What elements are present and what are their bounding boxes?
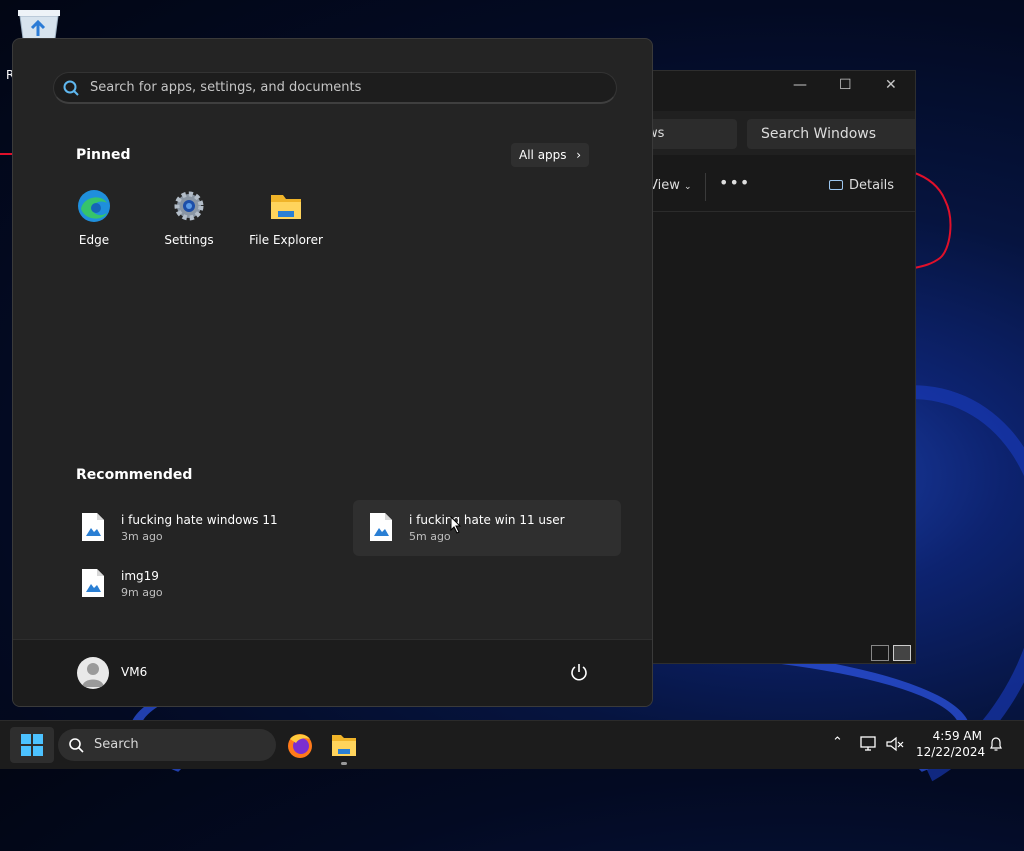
recommended-item[interactable]: i fucking hate win 11 user 5m ago xyxy=(353,500,621,556)
recommended-item-name: img19 xyxy=(121,569,159,583)
maximize-button[interactable]: ☐ xyxy=(839,77,852,93)
image-file-icon xyxy=(82,513,104,541)
pinned-app-edge[interactable]: Edge xyxy=(49,189,139,247)
chevron-right-icon: › xyxy=(576,148,581,162)
pinned-app-file-explorer[interactable]: File Explorer xyxy=(241,189,331,247)
details-pane-icon xyxy=(829,180,843,190)
more-options-button[interactable]: ••• xyxy=(719,173,750,192)
clock-time: 4:59 AM xyxy=(932,729,982,743)
view-menu-button[interactable]: View ⌄ xyxy=(649,178,692,193)
image-file-icon xyxy=(82,569,104,597)
network-icon[interactable] xyxy=(860,736,878,752)
all-apps-button[interactable]: All apps › xyxy=(511,143,589,167)
chevron-up-icon[interactable]: ⌃ xyxy=(832,735,843,750)
notification-bell-icon[interactable] xyxy=(988,736,1004,752)
firefox-icon[interactable] xyxy=(284,729,316,761)
volume-muted-icon[interactable] xyxy=(886,736,904,752)
view-mode-buttons xyxy=(871,645,911,661)
start-menu-footer: VM6 xyxy=(13,639,652,706)
taskbar-search-box[interactable]: Search xyxy=(58,729,276,761)
explorer-search-input[interactable]: Search Windows xyxy=(747,119,915,149)
recommended-item-name: i fucking hate windows 11 xyxy=(121,513,278,527)
close-button[interactable]: ✕ xyxy=(885,77,897,93)
taskbar-search-label: Search xyxy=(94,737,139,752)
windows-logo-icon xyxy=(21,734,43,756)
pinned-app-label: File Explorer xyxy=(249,233,323,247)
start-search-placeholder: Search for apps, settings, and documents xyxy=(90,80,362,95)
recommended-item-time: 5m ago xyxy=(409,530,451,543)
start-search-input[interactable]: Search for apps, settings, and documents xyxy=(53,72,617,104)
recommended-item-name: i fucking hate win 11 user xyxy=(409,513,565,527)
recommended-item-time: 9m ago xyxy=(121,586,163,599)
recommended-item-time: 3m ago xyxy=(121,530,163,543)
clock-date: 12/22/2024 xyxy=(916,745,986,759)
power-icon[interactable] xyxy=(569,662,589,682)
settings-gear-icon xyxy=(174,191,204,221)
folder-icon xyxy=(271,195,301,219)
recommended-heading: Recommended xyxy=(76,467,193,483)
search-icon xyxy=(69,738,84,753)
chevron-down-icon: ⌄ xyxy=(684,182,692,192)
pinned-app-label: Edge xyxy=(78,233,110,247)
edge-icon xyxy=(78,190,110,222)
running-app-indicator xyxy=(341,762,347,765)
user-avatar[interactable] xyxy=(77,657,109,689)
recommended-item[interactable]: i fucking hate windows 11 3m ago xyxy=(65,500,333,556)
start-menu: Search for apps, settings, and documents… xyxy=(12,38,653,707)
taskbar-clock[interactable]: 4:59 AM 12/22/2024 xyxy=(916,728,986,760)
mouse-cursor-icon xyxy=(450,516,462,534)
minimize-button[interactable]: — xyxy=(793,77,807,93)
command-separator xyxy=(705,173,706,201)
taskbar: Search ⌃ 4:59 AM 12/22/2024 xyxy=(0,720,1024,769)
image-file-icon xyxy=(370,513,392,541)
user-icon xyxy=(82,663,104,687)
pinned-app-settings[interactable]: Settings xyxy=(144,189,234,247)
file-explorer-icon[interactable] xyxy=(328,729,360,761)
start-button[interactable] xyxy=(10,727,54,763)
details-view-icon[interactable] xyxy=(871,645,889,661)
recommended-item[interactable]: img19 9m ago xyxy=(65,556,333,612)
search-icon xyxy=(63,80,79,96)
details-pane-button[interactable]: Details xyxy=(829,178,894,193)
pinned-app-label: Settings xyxy=(164,233,214,247)
large-icons-view-icon[interactable] xyxy=(893,645,911,661)
pinned-heading: Pinned xyxy=(76,147,131,163)
user-name[interactable]: VM6 xyxy=(121,665,147,679)
